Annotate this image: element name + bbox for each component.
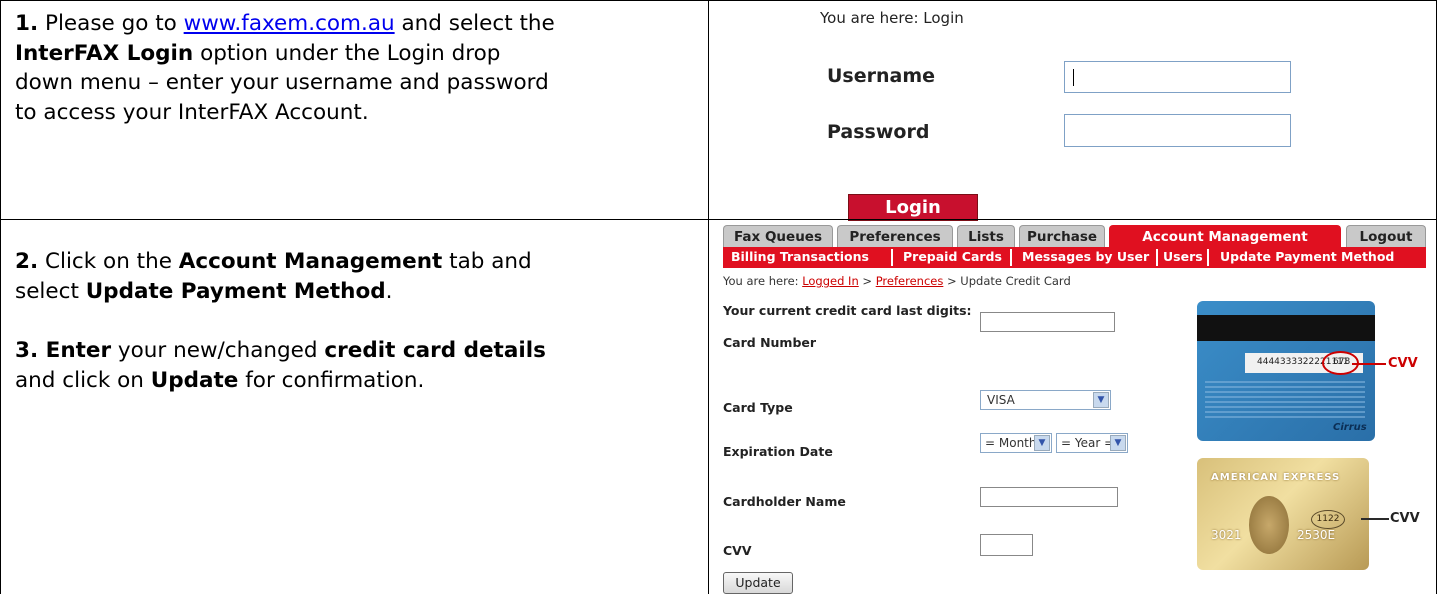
card-number-label: Card Number [723, 335, 817, 350]
card-type-label: Card Type [723, 400, 793, 415]
expiration-month-select[interactable]: = Month = ▼ [980, 433, 1052, 453]
step2-text-c: select [15, 278, 86, 304]
username-input[interactable] [1064, 61, 1291, 93]
amex-cvv-tag: CVV [1390, 511, 1420, 526]
cirrus-logo: Cirrus [1333, 422, 1367, 433]
cvv-pointer-line [1352, 363, 1386, 365]
cardholder-name-label: Cardholder Name [723, 494, 846, 509]
step1-number: 1. [15, 11, 39, 36]
centurion-portrait [1249, 496, 1289, 554]
cvv-pointer-line [1361, 518, 1389, 520]
step3-text-a: your new/changed [111, 338, 325, 363]
card-type-value: VISA [987, 393, 1015, 407]
step1-text-b: and select the [394, 11, 555, 36]
step3-text: 3. Enter your new/changed credit card de… [15, 336, 695, 395]
faxem-link[interactable]: www.faxem.com.au [184, 11, 395, 36]
chevron-down-icon: ▼ [1034, 435, 1050, 451]
subnav-separator [1010, 249, 1012, 266]
chevron-down-icon: ▼ [1093, 392, 1109, 408]
card-type-select[interactable]: VISA ▼ [980, 390, 1111, 410]
text-caret [1073, 69, 1074, 86]
tab-fax-queues[interactable]: Fax Queues [723, 225, 833, 249]
username-label: Username [827, 65, 936, 87]
breadcrumb-separator: > [858, 274, 876, 288]
step3-text-b: and click on [15, 367, 151, 393]
amex-number-b: 2530E [1297, 528, 1336, 542]
password-input[interactable] [1064, 114, 1291, 147]
instruction-cell-steps2-3: 2. Click on the Account Management tab a… [0, 219, 709, 594]
login-breadcrumb: You are here: Login [820, 9, 964, 27]
update-emphasis: Update [150, 367, 239, 393]
login-screenshot-cell: You are here: Login Username Password Lo… [708, 0, 1437, 221]
amex-logo: AMERICAN EXPRESS [1211, 472, 1341, 483]
tab-preferences[interactable]: Preferences [837, 225, 953, 249]
step3-number: 3. [15, 338, 39, 363]
visa-cvv-tag: CVV [1388, 356, 1418, 371]
step1-text: 1. Please go to www.faxem.com.au and sel… [15, 9, 695, 127]
form-title: Your current credit card last digits: [723, 303, 972, 318]
tab-purchase[interactable]: Purchase [1019, 225, 1105, 249]
card-number-input[interactable] [980, 312, 1115, 332]
subnav-separator [1207, 249, 1209, 266]
instruction-cell-step1: 1. Please go to www.faxem.com.au and sel… [0, 0, 709, 220]
subnav-prepaid-cards[interactable]: Prepaid Cards [903, 247, 1002, 268]
visa-card-back-image: 4444333322221111 678 Cirrus [1197, 301, 1375, 441]
breadcrumb-separator: > [943, 274, 961, 288]
breadcrumb: You are here: Logged In > Preferences > … [723, 274, 1071, 288]
subnav-billing-transactions[interactable]: Billing Transactions [731, 247, 869, 268]
breadcrumb-preferences[interactable]: Preferences [876, 274, 944, 288]
tab-lists[interactable]: Lists [957, 225, 1015, 249]
tab-account-management[interactable]: Account Management [1109, 225, 1341, 249]
account-management-emphasis: Account Management [178, 249, 443, 274]
chevron-down-icon: ▼ [1110, 435, 1126, 451]
step3-text-c: for confirmation. [238, 367, 425, 393]
magnetic-stripe [1197, 315, 1375, 341]
step2-text: 2. Click on the Account Management tab a… [15, 247, 695, 306]
step2-text-b: tab and [442, 249, 532, 274]
cardholder-name-input[interactable] [980, 487, 1118, 507]
credit-card-details-emphasis: credit card details [324, 338, 546, 363]
amex-number-a: 3021 [1211, 528, 1242, 542]
step2-text-a: Click on the [38, 249, 179, 274]
subnav-separator [891, 249, 893, 266]
subnav-messages-by-user[interactable]: Messages by User [1022, 247, 1149, 268]
cvv-label: CVV [723, 543, 752, 558]
interfax-login-emphasis: InterFAX Login [15, 40, 194, 66]
enter-emphasis: Enter [38, 338, 112, 363]
subnav-update-payment-method[interactable]: Update Payment Method [1220, 247, 1394, 268]
breadcrumb-prefix: You are here: [723, 274, 803, 288]
cvv-input[interactable] [980, 534, 1033, 556]
amex-cvv-digits: 1122 [1311, 510, 1345, 529]
year-value: = Year = [1061, 436, 1115, 450]
amex-card-image: AMERICAN EXPRESS 1122 3021 2530E [1197, 458, 1369, 570]
breadcrumb-current: Update Credit Card [960, 274, 1071, 288]
account-screenshot-cell: Fax Queues Preferences Lists Purchase Ac… [708, 219, 1437, 594]
password-label: Password [827, 121, 930, 143]
card-fine-print [1205, 381, 1365, 421]
tab-logout[interactable]: Logout [1346, 225, 1426, 249]
account-subnav: Billing Transactions Prepaid Cards Messa… [723, 247, 1426, 268]
expiration-year-select[interactable]: = Year = ▼ [1056, 433, 1128, 453]
expiration-date-label: Expiration Date [723, 444, 833, 459]
update-payment-emphasis: Update Payment Method [85, 278, 386, 304]
step1-text-c: option under the Login drop [193, 40, 501, 66]
step1-line4: to access your InterFAX Account. [15, 99, 369, 125]
step2-number: 2. [15, 249, 39, 274]
step1-text-a: Please go to [38, 11, 184, 36]
subnav-users[interactable]: Users [1163, 247, 1203, 268]
login-button[interactable]: Login [848, 194, 978, 221]
step1-line3: down menu – enter your username and pass… [15, 70, 549, 95]
step2-text-d: . [385, 278, 393, 304]
update-button[interactable]: Update [723, 572, 793, 594]
breadcrumb-logged-in[interactable]: Logged In [802, 274, 859, 288]
subnav-separator [1156, 249, 1158, 266]
